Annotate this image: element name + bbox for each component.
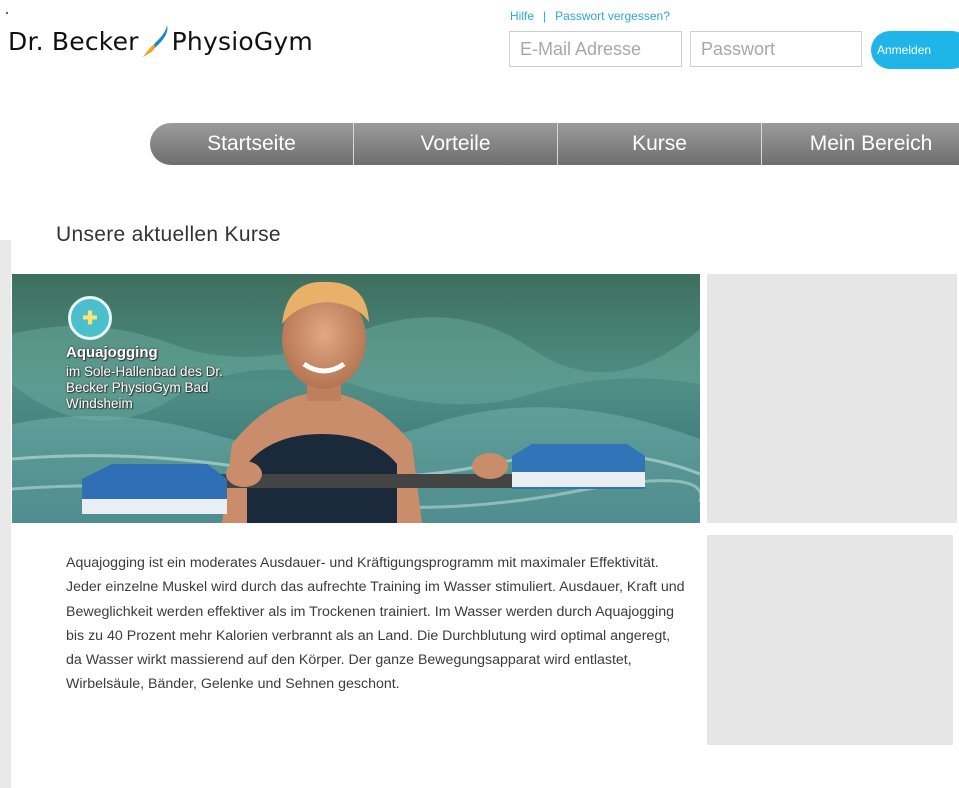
link-separator: | [543, 9, 547, 23]
email-field[interactable] [509, 31, 682, 67]
brand-name-part2: PhysioGym [171, 26, 313, 56]
sidebar-box-top [707, 274, 957, 523]
page-title: Unsere aktuellen Kurse [56, 223, 281, 246]
password-field[interactable] [690, 31, 862, 67]
nav-item-startseite[interactable]: Startseite [150, 123, 354, 165]
course-description: Aquajogging ist ein moderates Ausdauer- … [66, 555, 685, 693]
brand-name-part1: Dr. Becker [8, 26, 139, 56]
top-links: Hilfe | Passwort vergessen? [510, 9, 670, 23]
forgot-password-link[interactable]: Passwort vergessen? [555, 9, 670, 23]
brand-logo[interactable]: Dr. Becker PhysioGym [8, 24, 313, 58]
flame-logo-icon [142, 25, 168, 57]
nav-item-mein-bereich[interactable]: Mein Bereich [762, 123, 959, 165]
login-button[interactable]: Anmelden [871, 31, 959, 69]
course-badge-icon: ✚ [68, 296, 112, 340]
nav-item-kurse[interactable]: Kurse [558, 123, 762, 165]
sidebar-box-bottom [707, 535, 953, 745]
course-title: Aquajogging [66, 344, 158, 361]
main-navigation: Startseite Vorteile Kurse Mein Bereich [150, 123, 959, 165]
course-hero-image[interactable]: ✚ Aquajogging im Sole-Hallenbad des Dr. … [12, 274, 700, 523]
help-link[interactable]: Hilfe [510, 9, 534, 23]
nav-item-vorteile[interactable]: Vorteile [354, 123, 558, 165]
decorative-dot [6, 12, 8, 14]
course-subtitle: im Sole-Hallenbad des Dr. Becker PhysioG… [66, 364, 223, 411]
